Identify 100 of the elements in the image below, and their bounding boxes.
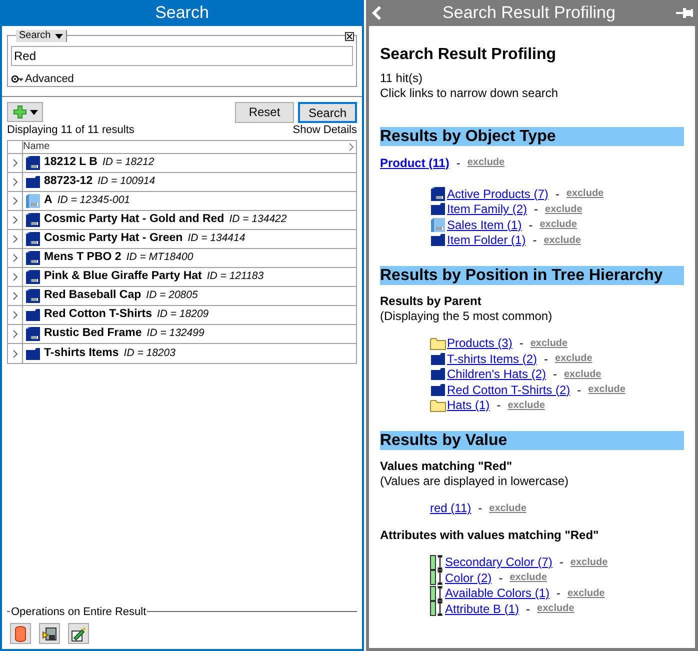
exclude-link[interactable]: exclude (566, 186, 604, 201)
separator-dash: - (559, 554, 564, 571)
database-button[interactable] (10, 623, 31, 644)
section-header: Results by Value (380, 430, 684, 450)
exclude-link[interactable]: exclude (530, 336, 568, 350)
exclude-link[interactable]: exclude (568, 586, 605, 600)
folder-icon (430, 233, 446, 247)
table-row[interactable]: Cosmic Party Hat - Green ID = 134414 (8, 230, 356, 249)
expand-icon[interactable] (12, 311, 18, 319)
filter-link[interactable]: T-shirts Items (2) (447, 350, 538, 368)
search-mode-dropdown[interactable]: Search (16, 30, 67, 42)
product-box-icon (25, 250, 41, 266)
table-row[interactable]: Mens T PBO 2 ID = MT18400 (8, 249, 356, 268)
exclude-link[interactable]: exclude (564, 366, 602, 382)
show-details-link[interactable]: Show Details (292, 122, 357, 138)
expand-icon[interactable] (12, 254, 18, 262)
item-name: Pink & Blue Giraffe Party Hat (44, 269, 202, 284)
exclude-link[interactable]: exclude (540, 217, 577, 232)
table-row[interactable]: 18212 L B ID = 18212 (8, 154, 356, 173)
expand-icon[interactable] (12, 292, 18, 300)
separator-dash: - (532, 232, 537, 249)
exclude-link[interactable]: exclude (489, 500, 526, 516)
chevron-right-icon (349, 143, 354, 151)
product-box-icon (25, 155, 41, 171)
separator-dash: - (456, 154, 460, 172)
folder-icon (25, 346, 41, 360)
filter-link[interactable]: Attribute B (1) (445, 600, 520, 618)
filter-link[interactable]: Item Folder (1) (447, 231, 526, 249)
exclude-link[interactable]: exclude (544, 232, 581, 248)
filter-link[interactable]: Active Products (7) (447, 184, 548, 202)
filter-link[interactable]: Products (3) (447, 334, 512, 352)
filter-link[interactable]: Children's Hats (2) (447, 365, 546, 383)
filter-link[interactable]: Red Cotton T-Shirts (2) (447, 380, 570, 398)
expand-icon[interactable] (12, 235, 18, 243)
category-link[interactable]: Product (11) (380, 154, 450, 172)
expand-icon[interactable] (12, 330, 18, 338)
result-count: Displaying 11 of 11 results (7, 122, 134, 138)
exclude-link[interactable]: exclude (570, 554, 608, 570)
expand-icon[interactable] (12, 216, 18, 224)
item-box-icon (430, 216, 446, 232)
hit-count: 11 hit(s) (380, 71, 424, 86)
folder-icon (430, 382, 446, 396)
filter-link[interactable]: Available Colors (1) (445, 584, 550, 602)
section-header: Results by Position in Tree Hierarchy (380, 266, 684, 284)
table-row[interactable]: Red Cotton T-Shirts ID = 18209 (8, 306, 356, 325)
exclude-link[interactable]: exclude (508, 398, 545, 412)
advanced-link[interactable]: Advanced (25, 71, 74, 88)
back-icon[interactable] (370, 5, 382, 21)
table-row[interactable]: A ID = 12345-001 (8, 192, 356, 211)
item-name: 88723-12 (44, 174, 93, 190)
item-name: Mens T PBO 2 (44, 250, 122, 266)
table-row[interactable]: Red Baseball Cap ID = 20805 (8, 287, 356, 306)
separator-dash: - (556, 585, 560, 602)
exclude-link[interactable]: exclude (467, 155, 505, 170)
table-row[interactable]: 88723-12 ID = 100914 (8, 173, 356, 192)
exclude-link[interactable]: exclude (588, 382, 626, 397)
filter-link[interactable]: Hats (1) (447, 396, 490, 414)
reset-button[interactable]: Reset (235, 102, 294, 122)
expand-icon[interactable] (12, 273, 18, 281)
table-row[interactable]: T-shirts Items ID = 18203 (8, 344, 356, 363)
export-button[interactable] (39, 623, 60, 644)
separator-dash: - (553, 366, 557, 383)
exclude-link[interactable]: exclude (545, 202, 582, 216)
folder-icon (430, 367, 446, 381)
filter-link[interactable]: Sales Item (1) (447, 216, 522, 234)
separator-dash: - (528, 216, 533, 234)
attribute-icon (430, 554, 444, 570)
group-label: Attributes with values matching "Red" (380, 528, 600, 542)
exclude-link[interactable]: exclude (537, 601, 574, 616)
exclude-link[interactable]: exclude (510, 570, 547, 585)
separator-dash: - (577, 382, 582, 398)
item-id: ID = 12345-001 (57, 193, 130, 208)
group-note: (Values are displayed in lowercase) (380, 474, 570, 488)
filter-link[interactable]: red (11) (430, 499, 472, 517)
expand-icon[interactable] (12, 178, 18, 186)
table-row[interactable]: Rustic Bed Frame ID = 132499 (8, 325, 356, 344)
item-box-icon (25, 193, 41, 209)
expand-icon[interactable] (12, 350, 18, 358)
product-box-icon (25, 212, 41, 228)
separator-dash: - (478, 500, 482, 517)
group-note: (Displaying the 5 most common) (380, 308, 554, 324)
expand-icon[interactable] (12, 159, 18, 167)
table-row[interactable]: Pink & Blue Giraffe Party Hat ID = 121183 (8, 268, 356, 287)
exclude-link[interactable]: exclude (555, 351, 592, 366)
search-field[interactable]: Red (11, 46, 353, 66)
search-button[interactable]: Search (298, 102, 357, 122)
filter-link[interactable]: Secondary Color (7) (445, 553, 552, 571)
add-dropdown-button[interactable] (7, 102, 43, 122)
pin-icon[interactable] (676, 8, 694, 18)
filter-link[interactable]: Item Family (2) (447, 200, 528, 218)
edit-button[interactable] (68, 623, 89, 644)
folder-icon (430, 336, 446, 350)
item-id: ID = 100914 (98, 174, 156, 190)
close-icon[interactable] (345, 32, 354, 41)
column-header[interactable]: Name (23, 141, 356, 153)
table-row[interactable]: Cosmic Party Hat - Gold and Red ID = 134422 (8, 211, 356, 230)
section-header: Results by Object Type (380, 127, 684, 146)
hint-text: Click links to narrow down search (380, 86, 560, 101)
filter-link[interactable]: Color (2) (445, 568, 492, 586)
expand-icon[interactable] (12, 197, 18, 205)
